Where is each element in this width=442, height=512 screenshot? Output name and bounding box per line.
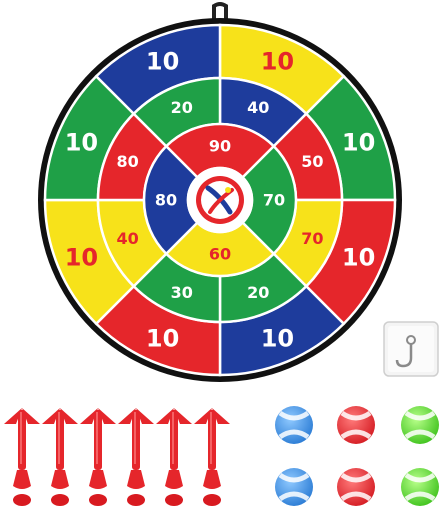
bullseye-logo-icon — [186, 166, 254, 234]
middle-score-label: 20 — [247, 283, 269, 302]
dart-icon — [194, 408, 230, 506]
outer-score-label: 10 — [65, 243, 98, 271]
dart-icon — [156, 408, 192, 506]
middle-score-label: 30 — [171, 283, 193, 302]
outer-score-label: 10 — [342, 129, 375, 157]
sticky-ball-icon — [275, 468, 313, 506]
dart-icon — [118, 408, 154, 506]
middle-score-label: 40 — [247, 98, 269, 117]
wall-hook-icon — [383, 321, 439, 377]
sticky-ball-icon — [275, 406, 313, 444]
middle-score-label: 70 — [301, 229, 323, 248]
dart-icon — [42, 408, 78, 506]
dartboard: 10 10 10 10 10 10 10 10 40 50 70 20 30 40 80 20 90 70 60 80 — [43, 23, 397, 377]
sticky-ball-icon — [401, 406, 439, 444]
dart-icon — [4, 408, 40, 506]
outer-score-label: 10 — [146, 325, 179, 353]
hanging-loop — [212, 2, 228, 20]
sticky-balls-group — [275, 406, 439, 506]
inner-score-label: 80 — [155, 191, 177, 210]
outer-score-label: 10 — [342, 243, 375, 271]
middle-score-label: 50 — [301, 152, 323, 171]
outer-score-label: 10 — [261, 325, 294, 353]
outer-score-label: 10 — [261, 47, 294, 75]
middle-score-label: 20 — [171, 98, 193, 117]
middle-score-label: 40 — [116, 229, 138, 248]
sticky-ball-icon — [401, 468, 439, 506]
middle-score-label: 80 — [116, 152, 138, 171]
inner-score-label: 70 — [263, 191, 285, 210]
inner-score-label: 60 — [209, 245, 231, 264]
sticky-ball-icon — [337, 406, 375, 444]
dart-icon — [80, 408, 116, 506]
inner-score-label: 90 — [209, 137, 231, 156]
outer-score-label: 10 — [65, 129, 98, 157]
outer-score-label: 10 — [146, 47, 179, 75]
darts-group — [4, 408, 230, 506]
product-photo: 10 10 10 10 10 10 10 10 40 50 70 20 30 40 80 20 90 70 60 80 — [4, 2, 439, 506]
sticky-ball-icon — [337, 468, 375, 506]
